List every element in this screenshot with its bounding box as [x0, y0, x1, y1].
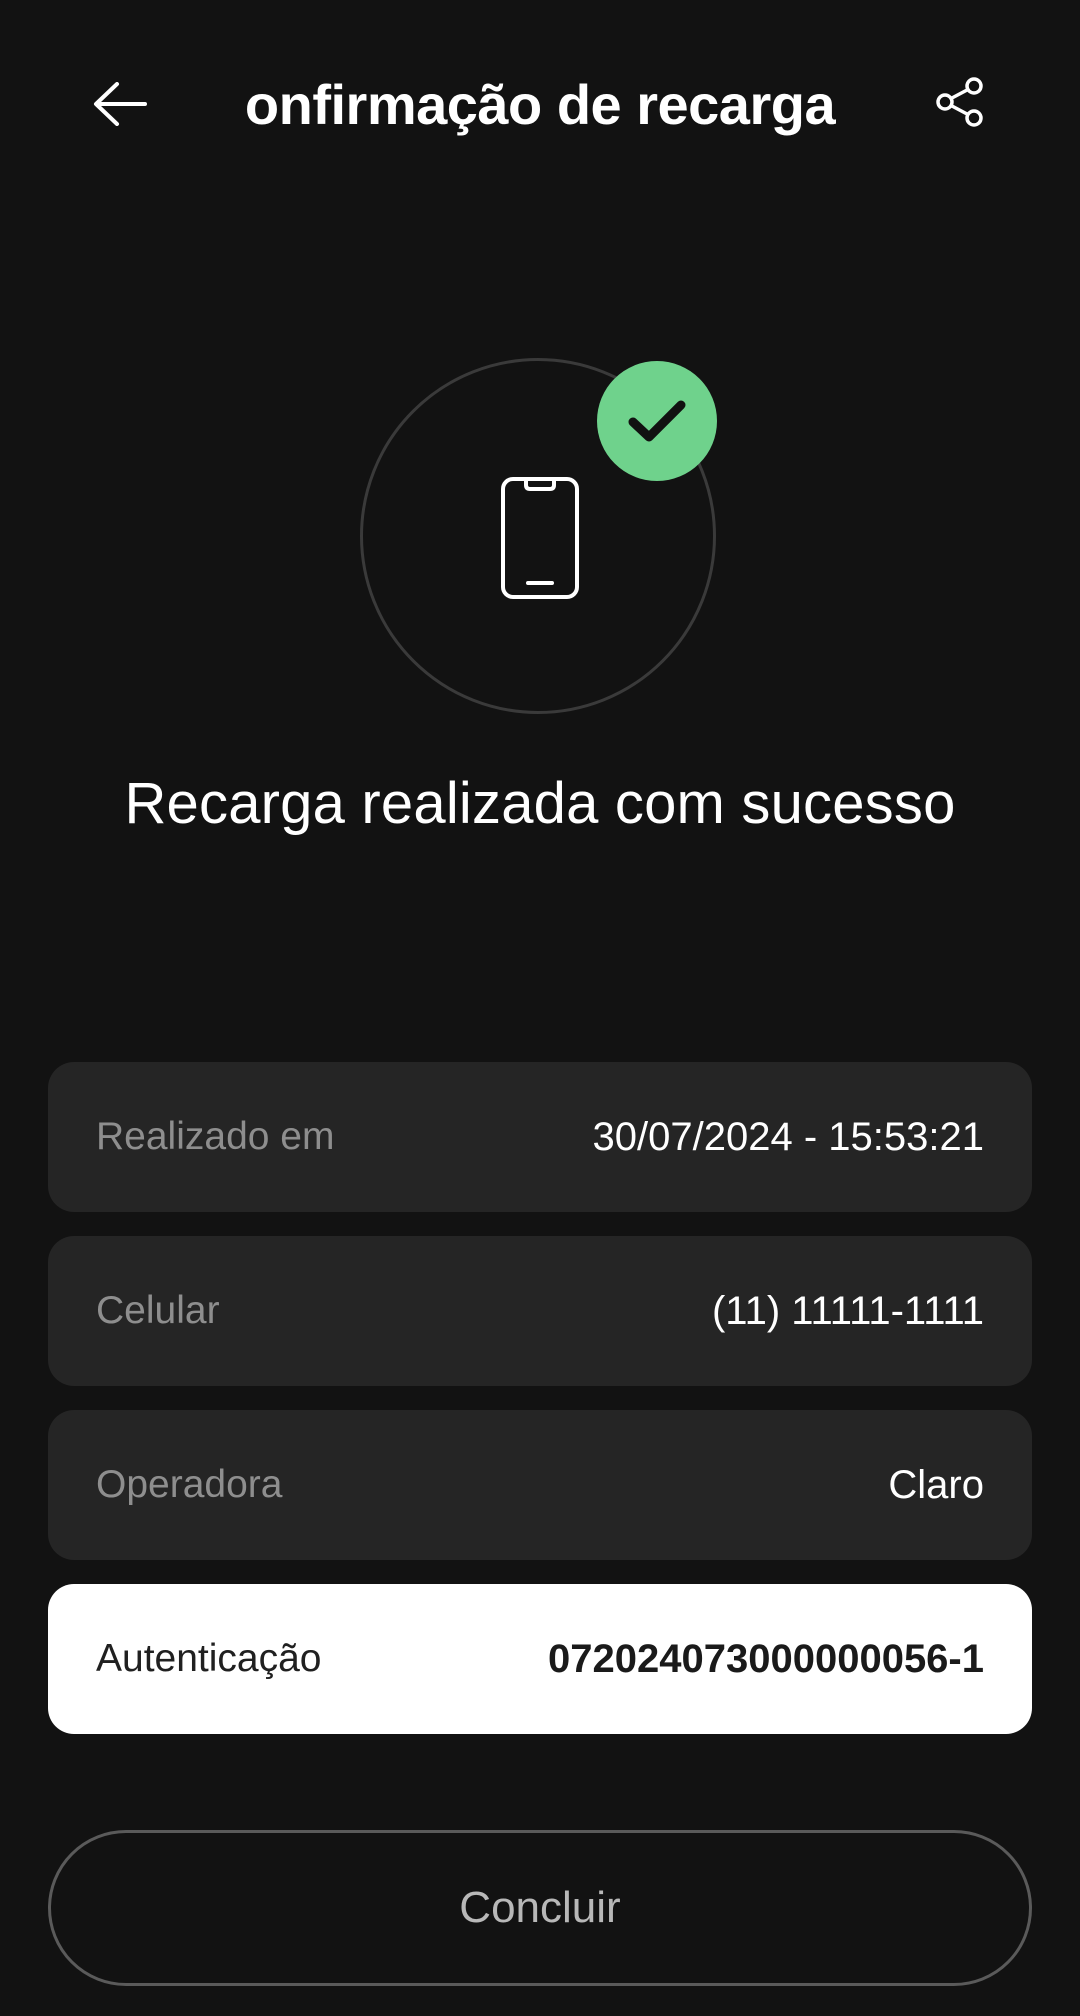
success-message: Recarga realizada com sucesso	[124, 771, 956, 836]
share-button[interactable]	[928, 70, 992, 134]
smartphone-icon	[501, 477, 579, 599]
detail-value: (11) 11111-1111	[711, 1288, 984, 1333]
success-badge	[597, 361, 717, 481]
detail-label: Celular	[96, 1289, 220, 1332]
detail-row-authentication: Autenticação 072024073000000056-1	[48, 1584, 1032, 1734]
detail-row-phone: Celular (11) 11111-1111	[48, 1236, 1032, 1386]
detail-value: 30/07/2024 - 15:53:21	[592, 1114, 984, 1159]
detail-label: Operadora	[96, 1463, 283, 1506]
detail-label: Autenticação	[96, 1637, 322, 1680]
arrow-left-icon	[94, 82, 147, 126]
detail-value: Claro	[888, 1462, 984, 1507]
page-title: onfirmação de recarga	[244, 72, 836, 136]
done-button[interactable]: Concluir	[48, 1830, 1032, 1986]
detail-row-carrier: Operadora Claro	[48, 1410, 1032, 1560]
detail-label: Realizado em	[96, 1115, 335, 1158]
page-title-container: onfirmação de recarga	[238, 60, 842, 148]
header: onfirmação de recarga	[0, 0, 1080, 205]
detail-row-date: Realizado em 30/07/2024 - 15:53:21	[48, 1062, 1032, 1212]
authentication-code: 072024073000000056-1	[548, 1636, 984, 1681]
share-icon	[936, 77, 983, 127]
back-button[interactable]	[88, 72, 152, 136]
check-icon	[628, 400, 686, 442]
